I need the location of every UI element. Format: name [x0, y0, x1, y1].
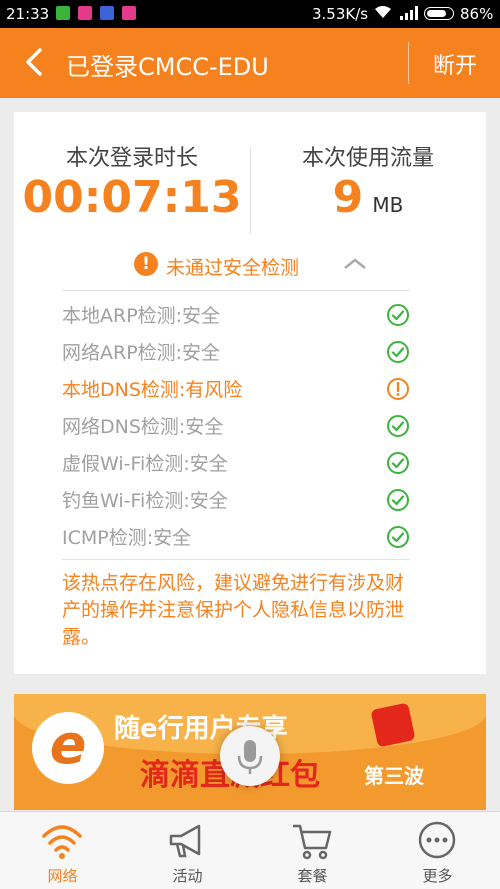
app-notification-icon [78, 6, 92, 20]
security-check-item: 网络ARP检测:安全 [62, 334, 410, 370]
duration-label: 本次登录时长 [65, 146, 198, 171]
check-circle-icon [387, 341, 409, 363]
security-summary: 未通过安全检测 [166, 257, 300, 279]
appbar-divider [408, 42, 409, 84]
security-check-item: 本地DNS检测:有风险 [62, 371, 410, 407]
network-speed: 3.53K/s [312, 5, 369, 23]
e-logo-icon: e [32, 712, 104, 784]
security-check-item: 本地ARP检测:安全 [62, 297, 410, 333]
wifi-signal-icon [374, 5, 392, 23]
security-check-label: 网络ARP检测:安全 [62, 342, 221, 364]
traffic-label: 本次使用流量 [301, 146, 434, 171]
security-check-label: 网络DNS检测:安全 [62, 416, 224, 438]
chevron-up-icon [344, 258, 366, 269]
security-check-item: 虚假Wi-Fi检测:安全 [62, 445, 410, 481]
voice-input-button[interactable] [220, 726, 280, 786]
tab-activity-label: 活动 [172, 867, 203, 885]
settings-notification-icon [100, 6, 114, 20]
cart-icon [293, 824, 332, 860]
tab-package-label: 套餐 [297, 867, 328, 885]
tab-package[interactable]: 套餐 [250, 812, 375, 889]
status-time: 21:33 [6, 5, 50, 23]
microphone-icon [237, 740, 263, 774]
back-button[interactable] [16, 42, 52, 82]
check-circle-icon [387, 304, 409, 326]
divider [62, 290, 410, 291]
divider [62, 559, 410, 560]
cell-signal-icon [400, 6, 418, 24]
banner-line3: 第三波 [364, 764, 424, 788]
security-check-label: ICMP检测:安全 [62, 527, 192, 549]
warning-icon: ! [134, 252, 158, 276]
security-check-item: ICMP检测:安全 [62, 519, 410, 555]
battery-icon [424, 7, 454, 20]
security-summary-toggle[interactable]: ! 未通过安全检测 [14, 250, 486, 280]
megaphone-icon [169, 824, 201, 858]
security-check-label: 本地DNS检测:有风险 [62, 379, 243, 401]
download-notification-icon [56, 6, 70, 20]
chevron-left-icon [26, 48, 42, 76]
wifi-icon [42, 825, 82, 859]
tab-more-label: 更多 [422, 867, 453, 885]
check-circle-icon [387, 489, 409, 511]
bottom-nav: 网络 活动 套餐 更多 [0, 811, 500, 889]
connection-card: 本次登录时长 00:07:13 本次使用流量 9 MB ! 未通过安全检测 本地… [14, 112, 486, 674]
duration-value: 00:07:13 [22, 172, 242, 223]
tab-network[interactable]: 网络 [0, 812, 125, 889]
more-icon [418, 821, 456, 859]
security-check-label: 本地ARP检测:安全 [62, 305, 221, 327]
traffic-unit: MB [372, 193, 404, 217]
check-circle-icon [387, 415, 409, 437]
tab-activity[interactable]: 活动 [125, 812, 250, 889]
badge-icon [370, 702, 416, 748]
traffic-value-group: 9 MB [250, 172, 486, 223]
disconnect-button[interactable]: 断开 [422, 48, 488, 80]
security-check-item: 钓鱼Wi-Fi检测:安全 [62, 482, 410, 518]
traffic-value: 9 [332, 172, 364, 223]
security-check-label: 虚假Wi-Fi检测:安全 [62, 453, 228, 475]
tab-more[interactable]: 更多 [375, 812, 500, 889]
app-bar: 已登录CMCC-EDU 断开 [0, 28, 500, 98]
check-circle-icon [387, 452, 409, 474]
battery-fill [427, 10, 446, 17]
page-title: 已登录CMCC-EDU [66, 53, 269, 81]
app-notification-icon-2 [122, 6, 136, 20]
security-check-label: 钓鱼Wi-Fi检测:安全 [62, 490, 228, 512]
check-circle-icon [387, 526, 409, 548]
security-check-item: 网络DNS检测:安全 [62, 408, 410, 444]
battery-percent: 86% [460, 5, 494, 23]
tab-network-label: 网络 [47, 867, 78, 885]
status-bar: 21:33 3.53K/s 86% [0, 0, 500, 28]
warning-outline-icon [387, 378, 409, 400]
risk-notice: 该热点存在风险，建议避免进行有涉及财产的操作并注意保护个人隐私信息以防泄露。 [62, 572, 405, 648]
